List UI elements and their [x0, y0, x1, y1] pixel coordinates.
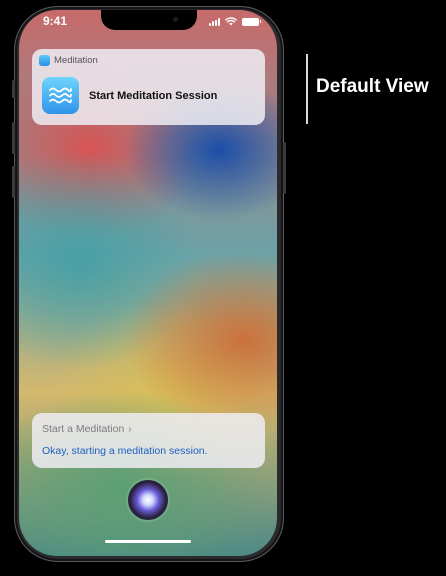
siri-reply-text: Okay, starting a meditation session. [42, 445, 208, 457]
battery-icon [242, 17, 261, 26]
chevron-right-icon: › [128, 424, 132, 435]
siri-orb-icon[interactable] [128, 480, 168, 520]
app-name: Meditation [54, 55, 98, 66]
meditation-shortcut-card[interactable]: Meditation Start Meditation Session [32, 49, 265, 125]
side-button [283, 142, 286, 194]
view-caption: Default View [316, 76, 429, 97]
home-indicator[interactable] [105, 540, 191, 543]
shortcut-suggestion-link[interactable]: Start a Meditation › [42, 423, 132, 435]
caption-divider [306, 54, 308, 124]
volume-down-button [12, 166, 15, 198]
cellular-signal-icon [209, 17, 220, 26]
wifi-icon [225, 17, 237, 26]
meditation-app-small-icon [39, 55, 50, 66]
notch [101, 10, 197, 30]
suggestion-label: Start a Meditation [42, 423, 125, 435]
phone-screen: 9:41 Meditation Start Meditation Session… [19, 10, 277, 556]
status-icons [209, 17, 261, 26]
start-session-label: Start Meditation Session [89, 90, 218, 102]
front-camera-icon [173, 17, 178, 22]
siri-response-card: Start a Meditation › Okay, starting a med… [32, 413, 265, 468]
waves-icon [42, 77, 79, 114]
volume-up-button [12, 122, 15, 154]
status-time: 9:41 [42, 14, 68, 28]
silent-switch [12, 80, 15, 98]
